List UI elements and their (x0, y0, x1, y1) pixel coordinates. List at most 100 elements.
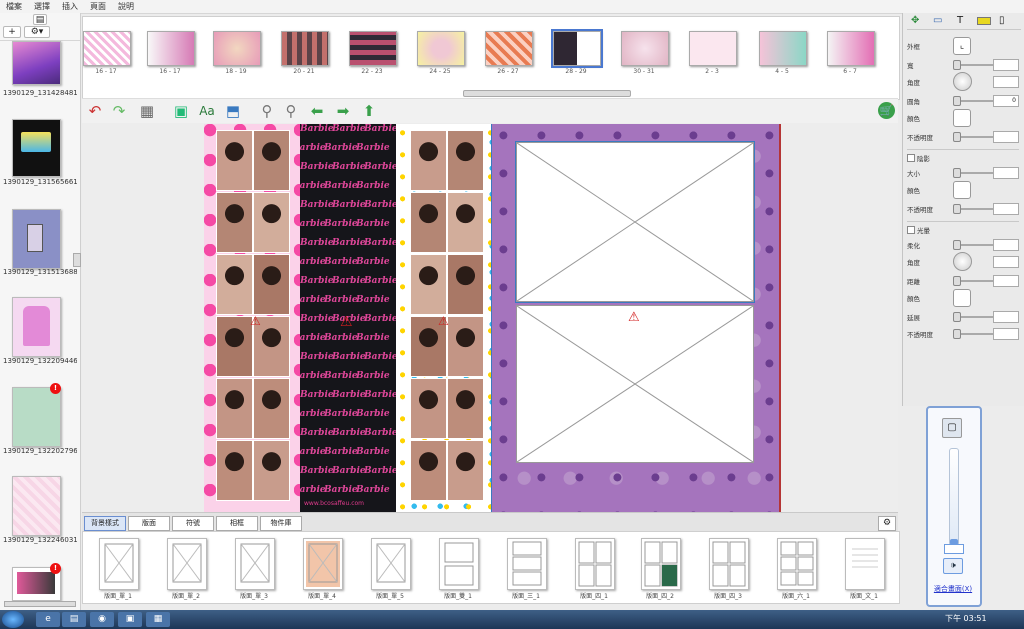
gear-icon[interactable]: ⚙ (878, 516, 896, 531)
photo-frame[interactable] (410, 440, 447, 501)
slider-knob[interactable] (953, 60, 961, 70)
layout-thumb[interactable] (303, 538, 343, 590)
layout-thumb[interactable] (709, 538, 749, 590)
layout-thumb[interactable] (507, 538, 547, 590)
photo-frame[interactable] (253, 192, 290, 253)
layout-thumb[interactable] (641, 538, 681, 590)
tab-background[interactable]: 背景樣式 (84, 516, 126, 531)
redo-icon[interactable]: ↷ (110, 102, 128, 120)
template-thumb[interactable] (485, 31, 533, 66)
property-value-field[interactable] (993, 76, 1019, 88)
photo-frame[interactable] (253, 440, 290, 501)
color-swatch[interactable] (953, 289, 971, 307)
photo-frame[interactable] (410, 378, 447, 439)
library-thumb[interactable] (12, 119, 61, 177)
property-slider[interactable] (957, 316, 995, 318)
arrow-up-icon[interactable]: ⬆ (360, 102, 378, 120)
photo-frame[interactable] (216, 254, 253, 315)
fit-to-screen-link[interactable]: 適合畫面(X) (930, 584, 976, 594)
layout-thumb[interactable] (99, 538, 139, 590)
photo-frame[interactable] (253, 254, 290, 315)
page-icon[interactable]: ▯ (999, 15, 1005, 26)
photo-frame[interactable] (216, 130, 253, 191)
template-strip-scrollbar[interactable] (463, 90, 631, 97)
photo-frame[interactable] (216, 440, 253, 501)
photo-frame[interactable] (253, 378, 290, 439)
cart-icon[interactable]: 🛒 (878, 102, 895, 119)
taskbar-ie-icon[interactable]: e (36, 612, 60, 627)
photo-placeholder[interactable] (516, 305, 754, 463)
property-value-field[interactable] (993, 256, 1019, 268)
template-thumb[interactable] (83, 31, 131, 66)
template-thumb[interactable] (689, 31, 737, 66)
library-settings-button[interactable]: ⚙▾ (24, 26, 50, 38)
property-value-field[interactable] (993, 131, 1019, 143)
property-value-field[interactable] (993, 275, 1019, 287)
add-photo-icon[interactable]: ▣ (172, 102, 190, 120)
group-checkbox[interactable] (907, 154, 915, 162)
template-thumb[interactable] (827, 31, 875, 66)
template-thumb[interactable] (213, 31, 261, 66)
photo-frame[interactable] (410, 130, 447, 191)
photo-placeholder[interactable] (515, 141, 755, 303)
menu-file[interactable]: 檔案 (0, 0, 28, 13)
library-thumb[interactable] (12, 476, 61, 536)
property-slider[interactable] (957, 136, 995, 138)
group-checkbox[interactable] (907, 226, 915, 234)
property-slider[interactable] (957, 208, 995, 210)
menu-insert[interactable]: 插入 (56, 0, 84, 13)
slider-knob[interactable] (953, 240, 961, 250)
arrow-right-icon[interactable]: ➡ (334, 102, 352, 120)
start-button[interactable] (2, 611, 24, 628)
template-thumb[interactable] (417, 31, 465, 66)
photo-frame[interactable] (410, 254, 447, 315)
property-slider[interactable] (957, 333, 995, 335)
angle-dial[interactable] (953, 72, 972, 91)
warning-icon[interactable]: ⚠ (628, 310, 640, 325)
tab-layout[interactable]: 版面 (128, 516, 170, 531)
library-hscrollbar[interactable] (4, 601, 76, 607)
photo-frame[interactable] (447, 254, 484, 315)
library-scrollbar[interactable] (73, 253, 81, 267)
layout-thumb[interactable] (371, 538, 411, 590)
undo-icon[interactable]: ↶ (86, 102, 104, 120)
warning-icon[interactable]: ⚠ (438, 314, 449, 328)
photo-frame[interactable] (216, 378, 253, 439)
property-value-field[interactable] (993, 203, 1019, 215)
property-value-field[interactable] (993, 328, 1019, 340)
library-thumb[interactable] (12, 41, 61, 85)
move-icon[interactable]: ✥ (911, 15, 919, 26)
taskbar-app-icon[interactable]: ▦ (146, 612, 170, 627)
menu-help[interactable]: 說明 (112, 0, 140, 13)
property-value-field[interactable] (993, 311, 1019, 323)
menu-select[interactable]: 選擇 (28, 0, 56, 13)
template-thumb[interactable] (621, 31, 669, 66)
slider-knob[interactable] (953, 96, 961, 106)
slider-knob[interactable] (953, 168, 961, 178)
slider-knob[interactable] (953, 204, 961, 214)
right-page[interactable]: ⚠ (492, 124, 781, 512)
template-thumb[interactable] (551, 29, 603, 68)
layout-thumb[interactable] (235, 538, 275, 590)
tab-objects[interactable]: 物件庫 (260, 516, 302, 531)
slider-knob[interactable] (953, 312, 961, 322)
template-thumb[interactable] (759, 31, 807, 66)
library-thumb[interactable] (12, 209, 61, 269)
fit-page-icon[interactable]: ▢ (942, 418, 962, 438)
arrow-left-icon[interactable]: ⬅ (308, 102, 326, 120)
photo-frame[interactable] (447, 316, 484, 377)
property-slider[interactable] (957, 172, 995, 174)
frame-icon[interactable]: ▭ (933, 15, 942, 26)
photo-frame[interactable] (447, 192, 484, 253)
zoom-out-icon[interactable]: ⚲ (258, 102, 276, 120)
layout-thumb[interactable] (777, 538, 817, 590)
taskbar-app-icon[interactable]: ▣ (118, 612, 142, 627)
highlight-icon[interactable] (977, 17, 991, 25)
replace-photo-icon[interactable]: ⬒ (224, 102, 242, 120)
photo-frame[interactable] (447, 440, 484, 501)
left-page[interactable]: BarbieBarbieBarbieBarbieBarbieBarbieBarb… (204, 124, 492, 512)
angle-dial[interactable] (953, 252, 972, 271)
color-swatch[interactable] (953, 109, 971, 127)
layout-thumb[interactable] (439, 538, 479, 590)
photo-frame[interactable] (447, 378, 484, 439)
